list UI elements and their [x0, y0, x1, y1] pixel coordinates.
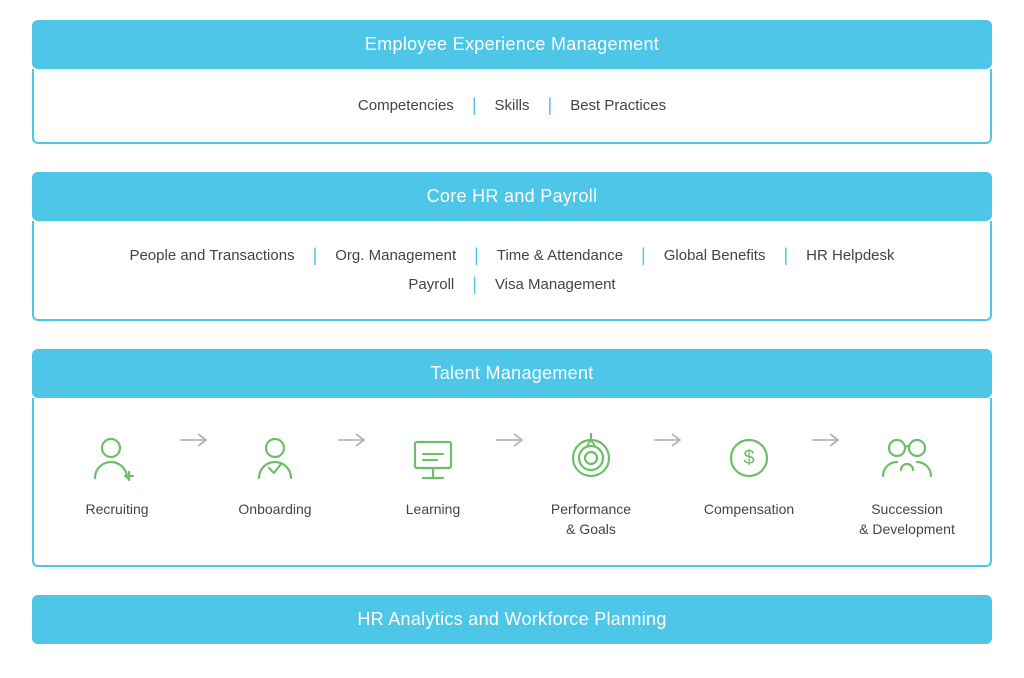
arrow-2 — [338, 426, 370, 480]
competencies-item: Competencies — [358, 97, 454, 114]
performance-label: Performance& Goals — [551, 500, 631, 539]
talent-item-onboarding: Onboarding — [212, 426, 338, 520]
talent-item-recruiting: Recruiting — [54, 426, 180, 520]
core-hr-content: People and Transactions | Org. Managemen… — [32, 221, 992, 321]
separator-1: | — [472, 95, 477, 116]
time-attendance-item: Time & Attendance — [497, 247, 623, 264]
core-hr-row2: Payroll | Visa Management — [54, 270, 970, 301]
core-hr-row1: People and Transactions | Org. Managemen… — [54, 239, 970, 270]
talent-icons-row: Recruiting Onboarding — [54, 416, 970, 547]
employee-experience-section: Employee Experience Management Competenc… — [32, 20, 992, 158]
succession-icon — [875, 426, 939, 490]
separator-7: | — [472, 274, 477, 295]
learning-icon — [401, 426, 465, 490]
core-hr-section: Core HR and Payroll People and Transacti… — [32, 172, 992, 335]
arrow-1 — [180, 426, 212, 480]
talent-item-performance: Performance& Goals — [528, 426, 654, 539]
visa-management-item: Visa Management — [495, 276, 616, 293]
onboarding-icon — [243, 426, 307, 490]
core-hr-header: Core HR and Payroll — [32, 172, 992, 221]
payroll-item: Payroll — [408, 276, 454, 293]
org-management-item: Org. Management — [335, 247, 456, 264]
compensation-label: Compensation — [704, 500, 794, 520]
arrow-5 — [812, 426, 844, 480]
hr-helpdesk-item: HR Helpdesk — [806, 247, 894, 264]
recruiting-label: Recruiting — [85, 500, 148, 520]
separator-2: | — [548, 95, 553, 116]
people-transactions-item: People and Transactions — [129, 247, 294, 264]
main-diagram: Employee Experience Management Competenc… — [32, 20, 992, 658]
talent-management-section: Talent Management Recruiting — [32, 349, 992, 581]
recruiting-icon — [85, 426, 149, 490]
performance-icon — [559, 426, 623, 490]
talent-management-header: Talent Management — [32, 349, 992, 398]
hr-analytics-section: HR Analytics and Workforce Planning — [32, 595, 992, 658]
global-benefits-item: Global Benefits — [664, 247, 766, 264]
compensation-icon: $ — [717, 426, 781, 490]
talent-item-succession: Succession& Development — [844, 426, 970, 539]
talent-management-content: Recruiting Onboarding — [32, 398, 992, 567]
separator-6: | — [783, 245, 788, 266]
employee-experience-header: Employee Experience Management — [32, 20, 992, 69]
svg-text:$: $ — [743, 447, 754, 469]
separator-4: | — [474, 245, 479, 266]
separator-5: | — [641, 245, 646, 266]
arrow-4 — [654, 426, 686, 480]
best-practices-item: Best Practices — [570, 97, 666, 114]
competencies-row: Competencies | Skills | Best Practices — [54, 87, 970, 124]
talent-item-compensation: $ Compensation — [686, 426, 812, 520]
onboarding-label: Onboarding — [238, 500, 311, 520]
succession-label: Succession& Development — [859, 500, 955, 539]
learning-label: Learning — [406, 500, 461, 520]
separator-3: | — [313, 245, 318, 266]
skills-item: Skills — [495, 97, 530, 114]
talent-item-learning: Learning — [370, 426, 496, 520]
employee-experience-content: Competencies | Skills | Best Practices — [32, 69, 992, 144]
arrow-3 — [496, 426, 528, 480]
hr-analytics-header: HR Analytics and Workforce Planning — [32, 595, 992, 644]
